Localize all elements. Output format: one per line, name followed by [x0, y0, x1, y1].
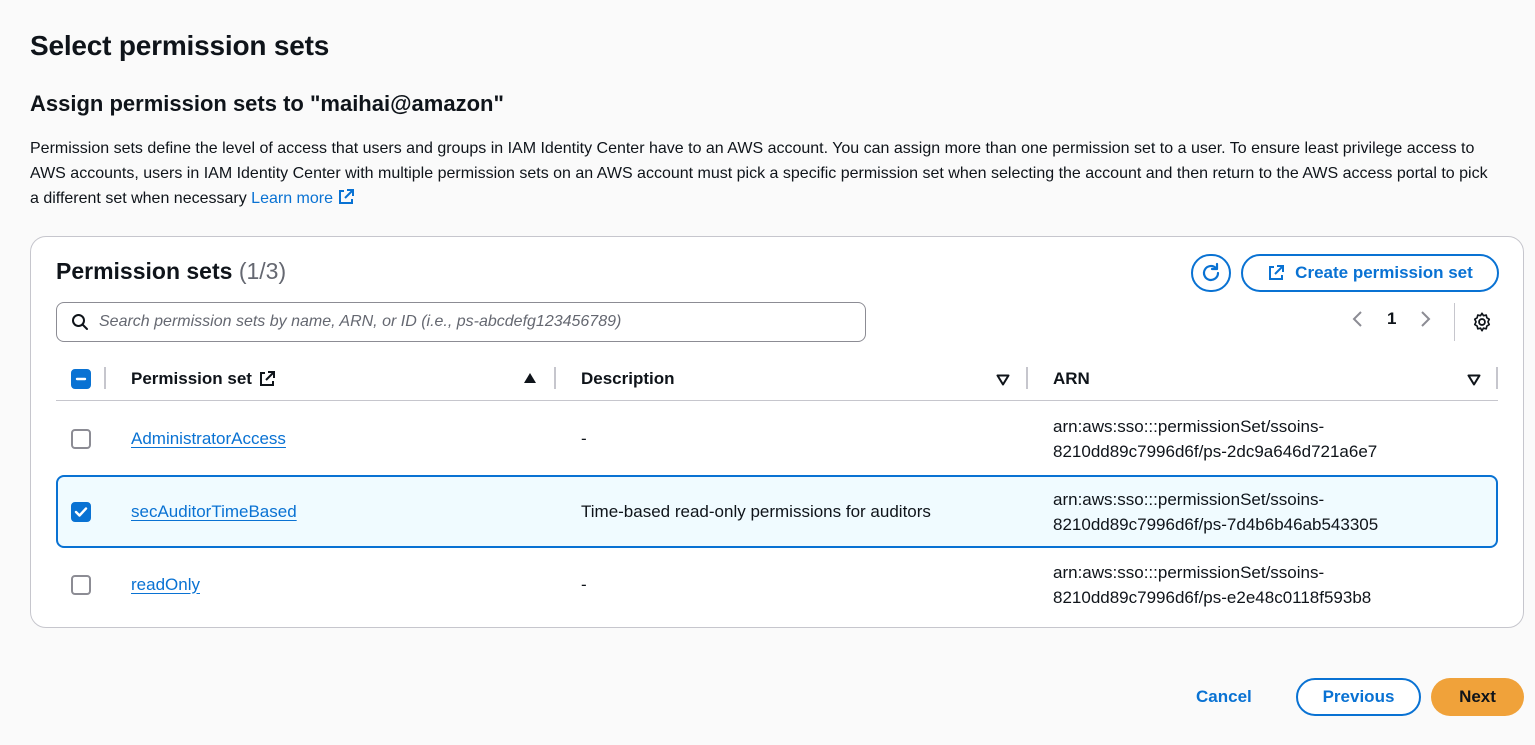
- table-row[interactable]: AdministratorAccess - arn:aws:sso:::perm…: [56, 402, 1498, 475]
- search-box: [56, 302, 866, 342]
- create-permission-set-label: Create permission set: [1295, 263, 1473, 282]
- checkbox-indeterminate-icon: [75, 377, 87, 381]
- next-button[interactable]: Next: [1431, 678, 1524, 716]
- checkbox-checked-icon: [74, 506, 88, 517]
- arn-cell: arn:aws:sso:::permissionSet/ssoins-8210d…: [1053, 402, 1377, 475]
- row-checkbox[interactable]: [71, 428, 91, 449]
- arn-line: 8210dd89c7996d6f/ps-e2e48c0118f593b8: [1053, 587, 1372, 607]
- create-permission-set-button[interactable]: Create permission set: [1241, 254, 1499, 292]
- external-link-icon: [1269, 265, 1285, 280]
- arn-line: 8210dd89c7996d6f/ps-7d4b6b46ab543305: [1053, 514, 1379, 534]
- selection-count: (1/3): [238, 258, 287, 284]
- page-number[interactable]: 1: [1387, 309, 1396, 329]
- column-separator: [1026, 367, 1028, 389]
- pagination: 1: [1351, 309, 1432, 329]
- page-subtitle: Assign permission sets to "maihai@amazon…: [30, 91, 504, 116]
- permission-set-link[interactable]: AdministratorAccess: [131, 429, 286, 449]
- row-checkbox[interactable]: [71, 574, 91, 595]
- arn-cell: arn:aws:sso:::permissionSet/ssoins-8210d…: [1053, 477, 1378, 546]
- refresh-button[interactable]: [1191, 254, 1231, 292]
- learn-more-link[interactable]: Learn more: [251, 189, 355, 207]
- sort-descending-icon[interactable]: [1467, 374, 1481, 386]
- permission-set-link[interactable]: readOnly: [131, 575, 200, 595]
- row-checkbox[interactable]: [71, 501, 91, 522]
- column-header-description[interactable]: Description: [581, 357, 675, 401]
- column-separator: [104, 367, 106, 389]
- search-icon: [72, 314, 88, 330]
- arn-line: arn:aws:sso:::permissionSet/ssoins-: [1053, 489, 1325, 509]
- sort-ascending-icon[interactable]: [523, 372, 537, 384]
- page-description: Permission sets define the level of acce…: [30, 136, 1500, 211]
- arn-line: 8210dd89c7996d6f/ps-2dc9a646d721a6e7: [1053, 441, 1378, 461]
- page-title: Select permission sets: [30, 30, 330, 61]
- permission-set-link[interactable]: secAuditorTimeBased: [131, 502, 297, 522]
- previous-button[interactable]: Previous: [1296, 678, 1421, 716]
- pagination-divider: [1454, 303, 1455, 341]
- column-separator: [554, 367, 556, 389]
- table-header: Permission set Description ARN: [56, 357, 1498, 401]
- arn-line: arn:aws:sso:::permissionSet/ssoins-: [1053, 416, 1325, 436]
- external-link-icon: [339, 189, 354, 204]
- table-row[interactable]: readOnly - arn:aws:sso:::permissionSet/s…: [56, 548, 1498, 621]
- column-separator: [1496, 367, 1498, 389]
- description-text: Permission sets define the level of acce…: [30, 140, 1488, 207]
- column-header-arn[interactable]: ARN: [1053, 357, 1090, 401]
- panel-title: Permission sets (1/3): [56, 258, 287, 284]
- table-preferences-button[interactable]: [1471, 311, 1493, 338]
- description-cell: -: [581, 574, 587, 594]
- external-link-icon: [259, 371, 275, 386]
- table-row-selected[interactable]: secAuditorTimeBased Time-based read-only…: [56, 475, 1498, 548]
- arn-line: arn:aws:sso:::permissionSet/ssoins-: [1053, 562, 1325, 582]
- select-all-checkbox[interactable]: [71, 369, 91, 389]
- column-header-permission-set[interactable]: Permission set: [131, 357, 276, 401]
- settings-gear-icon: [1473, 312, 1491, 332]
- arn-cell: arn:aws:sso:::permissionSet/ssoins-8210d…: [1053, 548, 1371, 621]
- description-cell: -: [581, 428, 587, 448]
- permission-sets-panel: Permission sets (1/3) Create permission …: [30, 236, 1524, 628]
- select-all-cell: [71, 357, 91, 401]
- description-cell: Time-based read-only permissions for aud…: [581, 501, 931, 521]
- search-input[interactable]: [99, 313, 865, 331]
- chevron-left-icon[interactable]: [1351, 309, 1365, 329]
- cancel-button[interactable]: Cancel: [1196, 678, 1252, 716]
- chevron-right-icon[interactable]: [1418, 309, 1432, 329]
- sort-descending-icon[interactable]: [996, 374, 1010, 386]
- refresh-icon: [1202, 262, 1220, 282]
